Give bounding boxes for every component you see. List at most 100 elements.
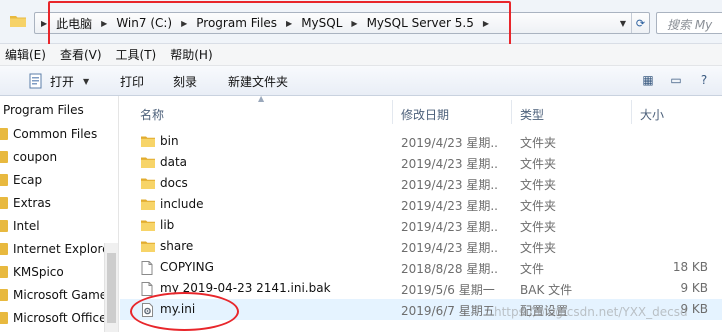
file-type: 文件夹 <box>520 136 557 150</box>
breadcrumb-drive-c[interactable]: Win7 (C:) <box>116 16 172 30</box>
nav-item-internet-explorer[interactable]: Internet Explore <box>0 237 104 260</box>
file-row[interactable]: my 2019-04-23 2141.ini.bak 2019/5/6 星期一 .… <box>120 278 722 299</box>
column-divider[interactable] <box>511 100 512 124</box>
file-name: share <box>160 239 194 253</box>
nav-item-label: Microsoft Office <box>13 310 104 325</box>
folder-icon <box>10 16 26 27</box>
nav-item-microsoft-office[interactable]: Microsoft Office <box>0 306 104 329</box>
file-date: 2019/4/23 星期... <box>401 199 497 213</box>
file-name: my.ini <box>160 302 196 316</box>
sort-up-icon: ▲ <box>258 96 265 103</box>
nav-item-kmspico[interactable]: KMSpico <box>0 260 104 283</box>
file-name: bin <box>160 134 179 148</box>
nav-item-label: Extras <box>13 195 51 210</box>
file-row[interactable]: docs 2019/4/23 星期... 文件夹 <box>120 173 722 194</box>
breadcrumb-this-pc[interactable]: 此电脑 <box>56 15 92 32</box>
chevron-right-icon[interactable]: ▶ <box>181 19 187 28</box>
nav-item-intel[interactable]: Intel <box>0 214 104 237</box>
column-header-date[interactable]: 修改日期 <box>401 106 449 123</box>
file-size: 18 KB <box>672 260 708 274</box>
chevron-right-icon[interactable]: ▶ <box>351 19 357 28</box>
folder-icon <box>0 173 8 186</box>
column-header-name[interactable]: 名称 <box>140 106 164 123</box>
chevron-down-icon[interactable]: ▼ <box>83 77 89 86</box>
menu-edit[interactable]: 编辑(E) <box>0 46 53 63</box>
nav-item-common-files[interactable]: Common Files <box>0 122 104 145</box>
address-bar-row: ▶ 此电脑 ▶ Win7 (C:) ▶ Program Files ▶ MySQ… <box>0 0 722 44</box>
menu-tools[interactable]: 工具(T) <box>109 46 164 63</box>
folder-icon <box>0 288 8 301</box>
file-name: data <box>160 155 188 169</box>
file-row[interactable]: data 2019/4/23 星期... 文件夹 <box>120 152 722 173</box>
nav-item-extras[interactable]: Extras <box>0 191 104 214</box>
file-name: docs <box>160 176 188 190</box>
file-row[interactable]: lib 2019/4/23 星期... 文件夹 <box>120 215 722 236</box>
address-field[interactable]: ▶ 此电脑 ▶ Win7 (C:) ▶ Program Files ▶ MySQ… <box>34 12 650 34</box>
file-date: 2019/5/6 星期一 ... <box>401 283 497 297</box>
file-row[interactable]: bin 2019/4/23 星期... 文件夹 <box>120 131 722 152</box>
breadcrumb-mysql[interactable]: MySQL <box>301 16 342 30</box>
file-row[interactable]: COPYING 2018/8/28 星期... 文件 18 KB <box>120 257 722 278</box>
view-options-icon[interactable]: ▦ <box>640 72 656 88</box>
navigation-pane: Program Files Common Files coupon Ecap E… <box>0 96 119 332</box>
open-button[interactable]: 打开 ▼ <box>28 66 89 96</box>
file-name: COPYING <box>160 260 214 274</box>
breadcrumb-mysql-server[interactable]: MySQL Server 5.5 <box>367 16 474 30</box>
nav-item-microsoft-games[interactable]: Microsoft Game <box>0 283 104 306</box>
chevron-right-icon[interactable]: ▶ <box>286 19 292 28</box>
column-header-type[interactable]: 类型 <box>520 106 544 123</box>
column-divider[interactable] <box>631 100 632 124</box>
file-type: 文件 <box>520 262 545 276</box>
breadcrumb-program-files[interactable]: Program Files <box>196 16 277 30</box>
file-type: 文件夹 <box>520 157 557 171</box>
column-header-size[interactable]: 大小 <box>640 106 664 123</box>
folder-icon <box>0 242 8 255</box>
nav-heading-program-files[interactable]: Program Files <box>3 103 84 117</box>
refresh-icon[interactable]: ⟳ <box>631 13 649 33</box>
nav-folder-list: Common Files coupon Ecap Extras Intel In… <box>0 122 104 329</box>
folder-icon <box>0 219 8 232</box>
print-button[interactable]: 打印 <box>120 66 144 96</box>
file-date: 2019/4/23 星期... <box>401 157 497 171</box>
nav-item-label: Microsoft Game <box>13 287 104 302</box>
burn-button[interactable]: 刻录 <box>173 66 197 96</box>
file-row[interactable]: include 2019/4/23 星期... 文件夹 <box>120 194 722 215</box>
file-date: 2019/4/23 星期... <box>401 220 497 234</box>
nav-scrollbar-thumb[interactable] <box>107 253 116 323</box>
chevron-right-icon[interactable]: ▶ <box>101 19 107 28</box>
file-type: 配置设置 <box>520 304 569 318</box>
file-size: 9 KB <box>680 281 708 295</box>
chevron-right-icon[interactable]: ▶ <box>483 19 489 28</box>
nav-item-coupon[interactable]: coupon <box>0 145 104 168</box>
burn-label: 刻录 <box>173 74 198 89</box>
folder-icon <box>0 196 8 209</box>
file-date: 2019/6/7 星期五 ... <box>401 304 497 318</box>
nav-scrollbar[interactable] <box>104 243 118 332</box>
folder-icon <box>0 265 8 278</box>
search-field[interactable]: 搜索 My <box>656 12 722 34</box>
menu-view[interactable]: 查看(V) <box>53 46 109 63</box>
folder-icon <box>141 135 155 147</box>
folder-icon <box>141 177 155 189</box>
history-dropdown-icon[interactable]: ▼ <box>615 13 631 33</box>
nav-item-label: Intel <box>13 218 40 233</box>
menu-help[interactable]: 帮助(H) <box>163 46 219 63</box>
nav-item-ecap[interactable]: Ecap <box>0 168 104 191</box>
new-folder-button[interactable]: 新建文件夹 <box>228 66 288 96</box>
file-row[interactable]: my.ini 2019/6/7 星期五 ... 配置设置 9 KB <box>120 299 722 320</box>
folder-icon <box>141 219 155 231</box>
help-icon[interactable]: ? <box>696 72 712 88</box>
column-divider[interactable] <box>392 100 393 124</box>
chevron-right-icon[interactable]: ▶ <box>41 19 47 28</box>
file-name: my 2019-04-23 2141.ini.bak <box>160 281 331 295</box>
file-row[interactable]: share 2019/4/23 星期... 文件夹 <box>120 236 722 257</box>
breadcrumb: ▶ 此电脑 ▶ Win7 (C:) ▶ Program Files ▶ MySQ… <box>41 13 498 33</box>
file-type: 文件夹 <box>520 178 557 192</box>
nav-item-label: KMSpico <box>13 264 64 279</box>
file-list: ▲ 名称 修改日期 类型 大小 bin 2019/4/23 星期... 文件夹 dat… <box>120 96 722 332</box>
open-icon <box>29 73 42 89</box>
file-date: 2019/4/23 星期... <box>401 136 497 150</box>
preview-pane-icon[interactable]: ▭ <box>668 72 684 88</box>
file-date: 2019/4/23 星期... <box>401 178 497 192</box>
folder-icon <box>0 150 8 163</box>
